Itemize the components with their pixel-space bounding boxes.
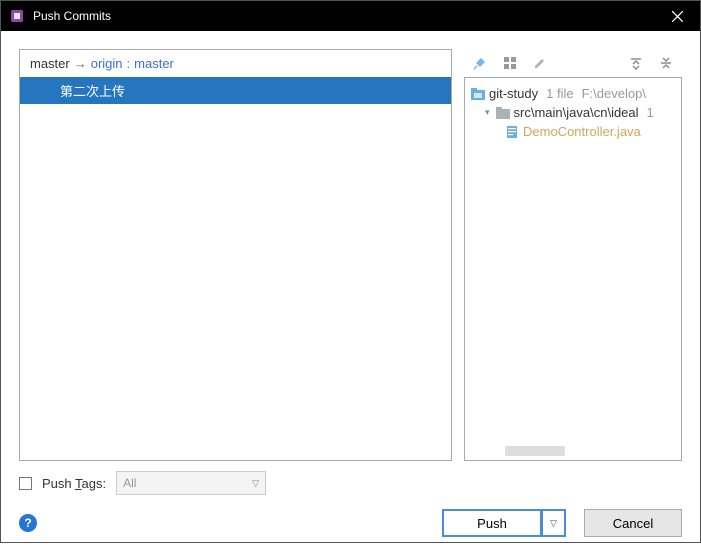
- module-icon: [471, 88, 485, 100]
- cancel-button[interactable]: Cancel: [584, 509, 682, 537]
- commit-message: 第二次上传: [60, 84, 125, 99]
- tree-file-name: DemoController.java: [523, 124, 641, 139]
- group-icon[interactable]: [500, 53, 520, 73]
- app-icon: [9, 8, 25, 24]
- pin-icon[interactable]: [470, 53, 490, 73]
- bottom-bar: Push Tags: All ▽ ? Push ▽ Cancel: [1, 471, 700, 551]
- tree-folder-name: src\main\java\cn\ideal: [514, 105, 639, 120]
- local-branch: master: [30, 56, 70, 71]
- chevron-down-icon: ▾: [485, 107, 490, 118]
- chevron-down-icon: ▽: [252, 478, 259, 489]
- push-tags-value: All: [123, 476, 136, 490]
- tree-root[interactable]: git-study 1 file F:\develop\: [465, 84, 681, 103]
- push-tags-row: Push Tags: All ▽: [19, 471, 682, 495]
- remote-separator: :: [127, 56, 131, 71]
- files-panel: git-study 1 file F:\develop\ ▾ src\main\…: [464, 49, 682, 461]
- window-title: Push Commits: [33, 9, 655, 23]
- java-file-icon: [505, 125, 519, 139]
- files-toolbar: [464, 49, 682, 77]
- tree-root-name: git-study: [489, 86, 538, 101]
- remote-name: origin: [91, 56, 123, 71]
- tree-file[interactable]: DemoController.java: [465, 122, 681, 141]
- commit-item[interactable]: 第二次上传: [20, 77, 451, 104]
- close-button[interactable]: [655, 1, 700, 31]
- help-button[interactable]: ?: [19, 514, 37, 532]
- tree-folder-count: 1: [647, 105, 654, 120]
- commits-panel: master → origin : master 第二次上传: [19, 49, 452, 461]
- tree-root-path: F:\develop\: [582, 86, 646, 101]
- push-button[interactable]: Push: [442, 509, 542, 537]
- titlebar: Push Commits: [1, 1, 700, 31]
- tree-folder[interactable]: ▾ src\main\java\cn\ideal 1: [465, 103, 681, 122]
- push-tags-checkbox[interactable]: [19, 477, 32, 490]
- push-split-button[interactable]: ▽: [542, 509, 566, 537]
- horizontal-scrollbar[interactable]: [505, 446, 565, 456]
- branch-row[interactable]: master → origin : master: [20, 50, 451, 77]
- content-area: master → origin : master 第二次上传 git-study…: [1, 31, 700, 471]
- expand-icon[interactable]: [626, 53, 646, 73]
- push-tags-select[interactable]: All ▽: [116, 471, 266, 495]
- push-tags-label: Push Tags:: [42, 476, 106, 491]
- collapse-icon[interactable]: [656, 53, 676, 73]
- edit-icon[interactable]: [530, 53, 550, 73]
- folder-icon: [496, 107, 510, 119]
- chevron-down-icon: ▽: [550, 518, 557, 529]
- remote-branch: master: [134, 56, 174, 71]
- arrow-icon: →: [74, 56, 87, 71]
- tree-root-count: 1 file: [546, 86, 573, 101]
- file-tree: git-study 1 file F:\develop\ ▾ src\main\…: [464, 77, 682, 461]
- button-row: ? Push ▽ Cancel: [19, 509, 682, 537]
